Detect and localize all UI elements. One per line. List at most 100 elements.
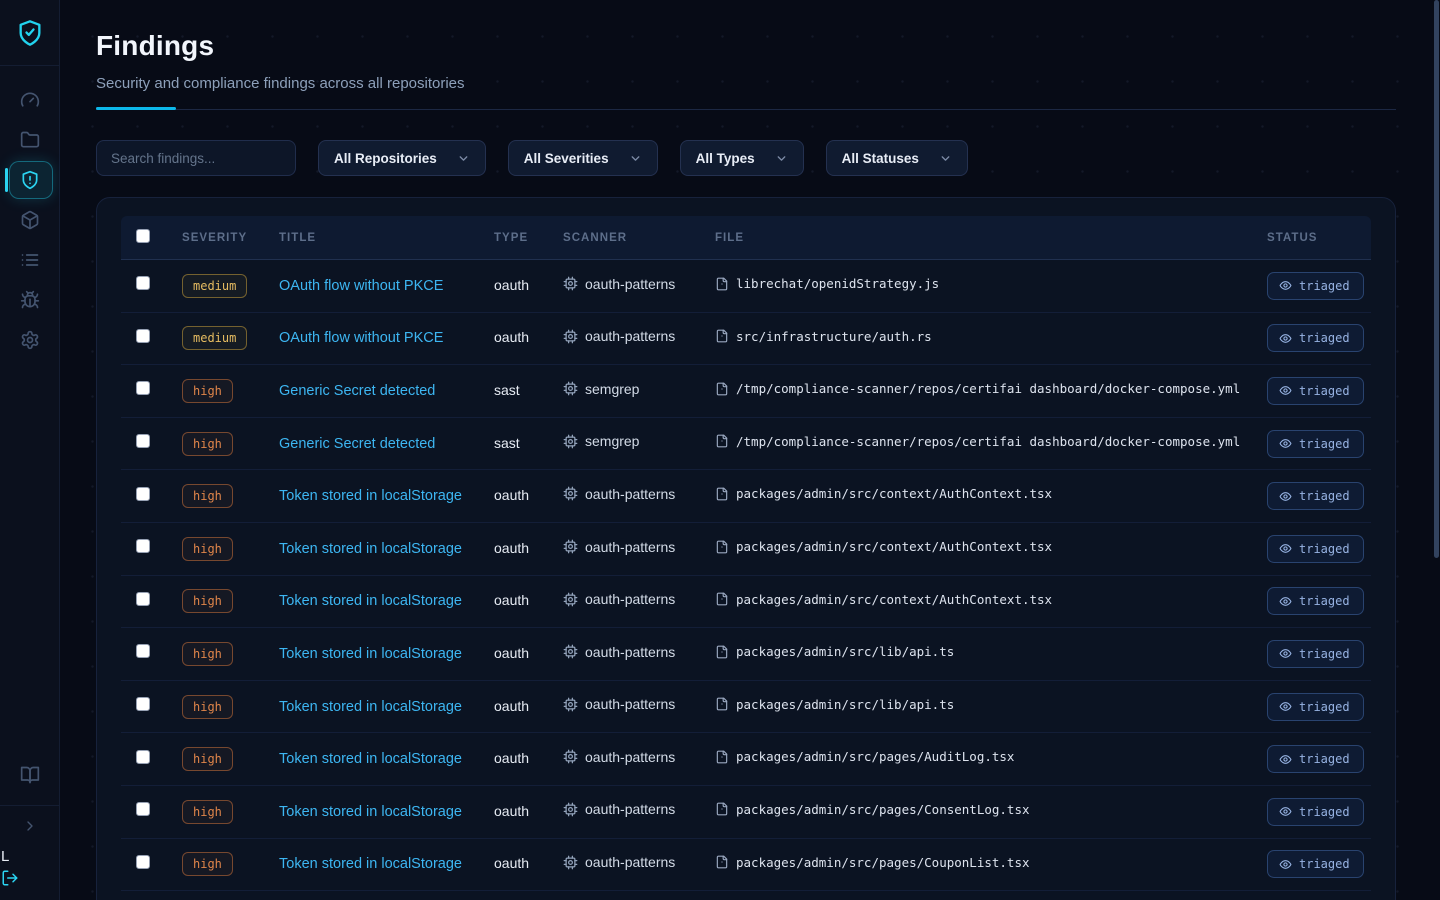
file-cell: src/infrastructure/auth.rs — [715, 329, 932, 344]
scanner-cpu-icon — [563, 486, 578, 501]
status-triaged-button[interactable]: triaged — [1267, 377, 1364, 405]
repositories-filter-dropdown[interactable]: All Repositories — [318, 140, 486, 176]
vertical-scrollbar-thumb[interactable] — [1434, 0, 1439, 558]
row-checkbox[interactable] — [136, 855, 150, 869]
file-icon — [715, 645, 729, 659]
scanner-cpu-icon — [563, 697, 578, 712]
sidebar-item-docs[interactable] — [0, 755, 59, 795]
row-checkbox[interactable] — [136, 592, 150, 606]
row-checkbox[interactable] — [136, 644, 150, 658]
file-path: packages/admin/src/context/AuthContext.t… — [736, 539, 1052, 554]
table-row: high Token stored in localStorage oauth … — [121, 628, 1371, 681]
row-checkbox[interactable] — [136, 539, 150, 553]
status-triaged-button[interactable]: triaged — [1267, 535, 1364, 563]
severity-badge: high — [182, 484, 233, 508]
sidebar-item-bugs[interactable] — [0, 280, 59, 320]
file-cell: packages/admin/src/context/AuthContext.t… — [715, 539, 1052, 554]
file-path: packages/admin/src/pages/CouponList.tsx — [736, 855, 1030, 870]
status-label: triaged — [1299, 331, 1350, 345]
scanner-name: oauth-patterns — [585, 591, 675, 607]
scanner-name: oauth-patterns — [585, 801, 675, 817]
file-icon — [715, 487, 729, 501]
finding-type: oauth — [494, 329, 529, 345]
file-path: packages/admin/src/pages/AuditLog.tsx — [736, 749, 1014, 764]
row-checkbox[interactable] — [136, 487, 150, 501]
file-path: src/infrastructure/auth.rs — [736, 329, 932, 344]
shield-check-icon — [16, 19, 44, 47]
file-icon — [715, 697, 729, 711]
logout-button[interactable] — [1, 869, 59, 892]
file-cell: packages/admin/src/pages/ConsentLog.tsx — [715, 802, 1030, 817]
row-checkbox[interactable] — [136, 276, 150, 290]
statuses-filter-dropdown[interactable]: All Statuses — [826, 140, 968, 176]
finding-title-link[interactable]: Token stored in localStorage — [279, 488, 462, 504]
bug-icon — [20, 290, 40, 310]
status-triaged-button[interactable]: triaged — [1267, 850, 1364, 878]
app-logo[interactable] — [0, 0, 59, 66]
file-cell: librechat/openidStrategy.js — [715, 276, 939, 291]
finding-title-link[interactable]: Generic Secret detected — [279, 383, 435, 399]
severity-badge: high — [182, 800, 233, 824]
shield-alert-icon — [20, 170, 40, 190]
severities-filter-dropdown[interactable]: All Severities — [508, 140, 658, 176]
scanner-cpu-icon — [563, 855, 578, 870]
scanner-cpu-icon — [563, 434, 578, 449]
sidebar-item-findings[interactable] — [0, 160, 59, 200]
finding-title-link[interactable]: OAuth flow without PKCE — [279, 330, 443, 346]
row-checkbox[interactable] — [136, 750, 150, 764]
file-path: /tmp/compliance-scanner/repos/certifai d… — [736, 434, 1240, 449]
scanner-cell: oauth-patterns — [563, 539, 675, 555]
file-path: packages/admin/src/lib/api.ts — [736, 644, 954, 659]
column-header-status: STATUS — [1267, 232, 1371, 244]
sidebar-item-repositories[interactable] — [0, 120, 59, 160]
sidebar-item-dashboard[interactable] — [0, 80, 59, 120]
select-all-checkbox[interactable] — [136, 229, 150, 243]
user-initial: L — [1, 848, 59, 865]
status-triaged-button[interactable]: triaged — [1267, 640, 1364, 668]
finding-title-link[interactable]: Token stored in localStorage — [279, 593, 462, 609]
row-checkbox[interactable] — [136, 697, 150, 711]
finding-title-link[interactable]: Token stored in localStorage — [279, 856, 462, 872]
eye-icon — [1279, 858, 1292, 871]
status-triaged-button[interactable]: triaged — [1267, 430, 1364, 458]
finding-type: oauth — [494, 855, 529, 871]
status-triaged-button[interactable]: triaged — [1267, 272, 1364, 300]
file-path: packages/admin/src/context/AuthContext.t… — [736, 486, 1052, 501]
row-checkbox[interactable] — [136, 434, 150, 448]
status-triaged-button[interactable]: triaged — [1267, 798, 1364, 826]
search-input[interactable] — [96, 140, 296, 176]
sidebar-item-list[interactable] — [0, 240, 59, 280]
sidebar-item-packages[interactable] — [0, 200, 59, 240]
status-triaged-button[interactable]: triaged — [1267, 745, 1364, 773]
finding-title-link[interactable]: Generic Secret detected — [279, 436, 435, 452]
finding-title-link[interactable]: Token stored in localStorage — [279, 541, 462, 557]
finding-title-link[interactable]: OAuth flow without PKCE — [279, 278, 443, 294]
status-label: triaged — [1299, 489, 1350, 503]
sidebar-spacer — [0, 360, 59, 755]
types-filter-dropdown[interactable]: All Types — [680, 140, 804, 176]
status-triaged-button[interactable]: triaged — [1267, 482, 1364, 510]
row-checkbox[interactable] — [136, 381, 150, 395]
finding-title-link[interactable]: Token stored in localStorage — [279, 804, 462, 820]
finding-title-link[interactable]: Token stored in localStorage — [279, 646, 462, 662]
eye-icon — [1279, 542, 1292, 555]
status-triaged-button[interactable]: triaged — [1267, 324, 1364, 352]
status-triaged-button[interactable]: triaged — [1267, 693, 1364, 721]
table-row: high — [121, 891, 1371, 900]
file-cell: packages/admin/src/context/AuthContext.t… — [715, 486, 1052, 501]
row-checkbox[interactable] — [136, 802, 150, 816]
scanner-cell: oauth-patterns — [563, 749, 675, 765]
file-icon — [715, 277, 729, 291]
status-triaged-button[interactable]: triaged — [1267, 587, 1364, 615]
sidebar-item-settings[interactable] — [0, 320, 59, 360]
row-checkbox[interactable] — [136, 329, 150, 343]
finding-title-link[interactable]: Token stored in localStorage — [279, 751, 462, 767]
scanner-cpu-icon — [563, 749, 578, 764]
finding-title-link[interactable]: Token stored in localStorage — [279, 699, 462, 715]
scanner-name: semgrep — [585, 433, 639, 449]
sidebar-collapse-button[interactable] — [0, 806, 59, 846]
file-icon — [715, 434, 729, 448]
file-icon — [715, 750, 729, 764]
file-icon — [715, 855, 729, 869]
severity-badge: high — [182, 432, 233, 456]
